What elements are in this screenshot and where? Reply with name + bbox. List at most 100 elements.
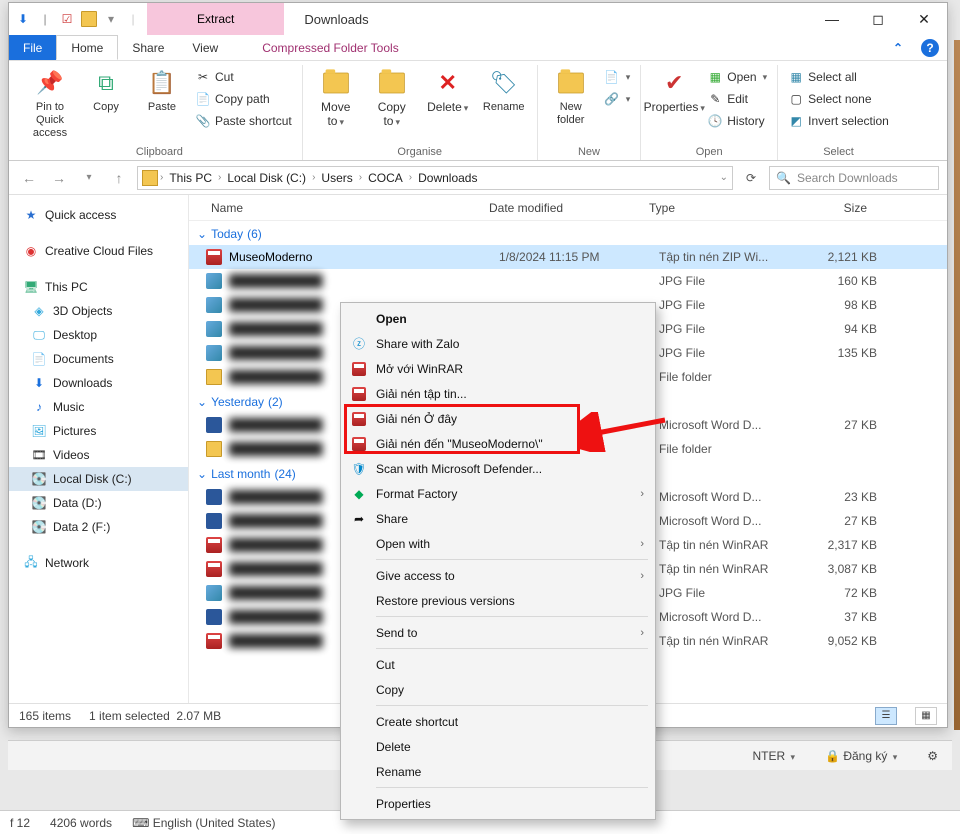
gear-icon[interactable]: ⚙ [927,749,938,763]
new-item-button[interactable]: 📄▾ [600,67,635,87]
sidebar-item-documents[interactable]: 📄Documents [9,347,188,371]
delete-button[interactable]: ✕ Delete▾ [421,65,475,117]
drive-icon: 💽 [31,471,47,487]
file-row-selected[interactable]: MuseoModerno 1/8/2024 11:15 PM Tập tin n… [189,245,947,269]
col-header-name[interactable]: Name [189,201,489,215]
ctx-give-access[interactable]: Give access to› [344,563,652,588]
help-icon[interactable]: ? [921,39,939,57]
copy-to-button[interactable]: Copy to▾ [365,65,419,131]
ribbon-group-organise: Move to▾ Copy to▾ ✕ Delete▾ 🏷 Rename Org… [303,65,538,160]
breadcrumb-seg[interactable]: Local Disk (C:) [223,171,310,185]
cut-button[interactable]: ✂Cut [191,67,296,87]
properties-button[interactable]: ✔ Properties▾ [647,65,701,117]
sidebar-item-downloads[interactable]: ⬇Downloads [9,371,188,395]
refresh-button[interactable]: ⟳ [739,166,763,190]
checkbox-icon[interactable]: ☑ [59,11,75,27]
bg-words: 4206 words [50,816,112,830]
pin-to-quick-access-button[interactable]: 📌 Pin to Quick access [23,65,77,142]
ctx-extract-folder[interactable]: Giải nén đến "MuseoModerno\" [344,431,652,456]
ctx-copy[interactable]: Copy [344,677,652,702]
nav-forward-button[interactable]: → [47,166,71,190]
sidebar-item-local-disk-c[interactable]: 💽Local Disk (C:) [9,467,188,491]
nav-recent-button[interactable]: ▾ [77,166,101,190]
ctx-extract-here[interactable]: Giải nén Ở đây [344,406,652,431]
sidebar-network[interactable]: 🖧Network [9,551,188,575]
col-header-date[interactable]: Date modified [489,201,649,215]
ctx-rename[interactable]: Rename [344,759,652,784]
sidebar-item-3d[interactable]: ◈3D Objects [9,299,188,323]
select-all-icon: ▦ [788,69,804,85]
paste-button[interactable]: 📋 Paste [135,65,189,116]
easy-access-button[interactable]: 🔗▾ [600,89,635,109]
paste-shortcut-button[interactable]: 📎Paste shortcut [191,111,296,131]
minimize-button[interactable]: — [809,3,855,35]
icons-view-button[interactable]: ▦ [915,707,937,725]
sidebar-quick-access[interactable]: ★Quick access [9,203,188,227]
ctx-format-factory[interactable]: ◆Format Factory› [344,481,652,506]
ctx-share-zalo[interactable]: ⓩShare with Zalo [344,331,652,356]
sidebar-item-data2-f[interactable]: 💽Data 2 (F:) [9,515,188,539]
ctx-properties[interactable]: Properties [344,791,652,816]
file-row[interactable]: ███████████JPG File160 KB [189,269,947,293]
down-arrow-icon[interactable]: ⬇ [15,11,31,27]
folder-small-icon[interactable] [81,11,97,27]
sidebar-item-pictures[interactable]: 🖼Pictures [9,419,188,443]
ctx-restore-versions[interactable]: Restore previous versions [344,588,652,613]
ctx-defender-scan[interactable]: 🛡Scan with Microsoft Defender... [344,456,652,481]
breadcrumb-seg[interactable]: This PC [165,171,216,185]
ctx-open[interactable]: Open [344,306,652,331]
rename-button[interactable]: 🏷 Rename [477,65,531,116]
sidebar-item-music[interactable]: ♪Music [9,395,188,419]
select-none-button[interactable]: ▢Select none [784,89,893,109]
invert-selection-button[interactable]: ◩Invert selection [784,111,893,131]
ctx-delete[interactable]: Delete [344,734,652,759]
close-button[interactable]: ✕ [901,3,947,35]
open-button[interactable]: ▦Open▾ [703,67,771,87]
context-tab-extract[interactable]: Extract [147,3,284,35]
search-input[interactable]: 🔍 Search Downloads [769,166,939,190]
breadcrumb[interactable]: › This PC› Local Disk (C:)› Users› COCA›… [137,166,733,190]
ctx-open-winrar[interactable]: Mở với WinRAR [344,356,652,381]
group-today[interactable]: ⌄Today (6) [189,221,947,245]
breadcrumb-seg[interactable]: Users [317,171,356,185]
nav-up-button[interactable]: ↑ [107,166,131,190]
sidebar-creative-cloud[interactable]: ◉Creative Cloud Files [9,239,188,263]
breadcrumb-seg[interactable]: COCA [364,171,407,185]
details-view-button[interactable]: ☰ [875,707,897,725]
ctx-cut[interactable]: Cut [344,652,652,677]
breadcrumb-seg[interactable]: Downloads [414,171,481,185]
ctx-separator [376,705,648,706]
chevron-right-icon[interactable]: › [160,172,163,183]
sidebar-item-data-d[interactable]: 💽Data (D:) [9,491,188,515]
ctx-extract-to[interactable]: Giải nén tập tin... [344,381,652,406]
move-to-button[interactable]: Move to▾ [309,65,363,131]
col-header-type[interactable]: Type [649,201,789,215]
ctx-share[interactable]: ➦Share [344,506,652,531]
folder-icon [142,170,158,186]
tab-home[interactable]: Home [56,35,118,60]
breadcrumb-dropdown-icon[interactable]: ⌄ [720,172,728,183]
tab-share[interactable]: Share [118,35,178,60]
ctx-open-with[interactable]: Open with› [344,531,652,556]
tab-compressed-tools[interactable]: Compressed Folder Tools [232,35,429,60]
maximize-button[interactable]: ◻ [855,3,901,35]
collapse-ribbon-icon[interactable]: ⌃ [883,35,913,60]
copy-path-button[interactable]: 📄Copy path [191,89,296,109]
col-header-size[interactable]: Size [789,201,879,215]
ctx-create-shortcut[interactable]: Create shortcut [344,709,652,734]
tab-file[interactable]: File [9,35,56,60]
documents-icon: 📄 [31,351,47,367]
drive-icon: 💽 [31,495,47,511]
sidebar-item-desktop[interactable]: 🖵Desktop [9,323,188,347]
new-folder-button[interactable]: New folder [544,65,598,129]
history-button[interactable]: 🕓History [703,111,771,131]
ctx-send-to[interactable]: Send to› [344,620,652,645]
nav-back-button[interactable]: ← [17,166,41,190]
sidebar-item-videos[interactable]: 🎞Videos [9,443,188,467]
qat-dropdown-icon[interactable]: ▾ [103,11,119,27]
sidebar-this-pc[interactable]: 🖥This PC [9,275,188,299]
tab-view[interactable]: View [178,35,232,60]
edit-button[interactable]: ✎Edit [703,89,771,109]
copy-button[interactable]: ⧉ Copy [79,65,133,116]
select-all-button[interactable]: ▦Select all [784,67,893,87]
